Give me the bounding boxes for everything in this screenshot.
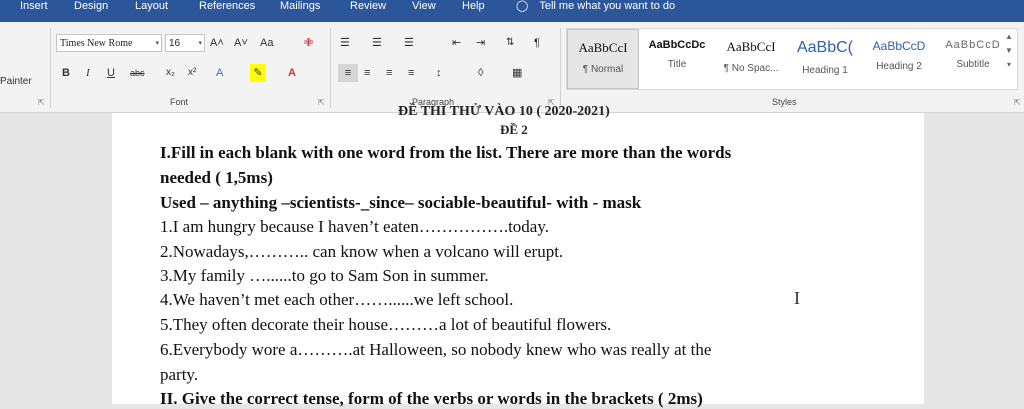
superscript-button[interactable]: x² (188, 64, 196, 82)
tell-me-box[interactable]: ◯ Tell me what you want to do (516, 0, 675, 12)
menu-view[interactable]: View (412, 0, 436, 14)
align-left-icon[interactable]: ≡ (338, 64, 358, 82)
more-styles-icon[interactable]: ▾ (1003, 58, 1015, 72)
numbering-icon[interactable]: ☰ (372, 34, 382, 52)
word-list: Used – anything –scientists-_since– soci… (160, 193, 642, 212)
sort-icon[interactable]: ⇅ (506, 34, 514, 52)
shrink-font-button[interactable]: A˅ (234, 34, 248, 52)
change-case-button[interactable]: Aa (260, 34, 273, 52)
question-4: 4.We haven’t met each other……......we le… (160, 290, 514, 309)
font-name-value: Times New Rome (60, 38, 133, 49)
section-1-heading: I.Fill in each blank with one word from … (160, 143, 732, 162)
style-title[interactable]: AaBbCcDc Title (641, 29, 713, 89)
document-area: ĐỀ THI THỬ VÀO 10 ( 2020-2021) ĐỀ 2 I.Fi… (0, 104, 1024, 408)
italic-button[interactable]: I (86, 64, 90, 82)
text-cursor-icon: I (794, 288, 800, 308)
justify-icon[interactable]: ≡ (408, 64, 414, 82)
align-center-icon[interactable]: ≡ (364, 64, 370, 82)
exam-code: ĐỀ 2 (500, 122, 528, 137)
style-heading-2[interactable]: AaBbCcD Heading 2 (863, 29, 935, 89)
menu-references[interactable]: References (199, 0, 255, 14)
increase-indent-icon[interactable]: ⇥ (476, 34, 485, 52)
font-group-label: Font (170, 97, 189, 107)
menu-help[interactable]: Help (462, 0, 485, 14)
shading-icon[interactable]: ◊ (478, 64, 483, 82)
styles-group-label: Styles (772, 97, 797, 107)
styles-scroll[interactable]: ▲ ▼ ▾ (1003, 30, 1015, 72)
clipboard-launcher-icon[interactable]: ⇱ (38, 98, 45, 107)
decrease-indent-icon[interactable]: ⇤ (452, 34, 461, 52)
document-page[interactable]: ĐỀ THI THỬ VÀO 10 ( 2020-2021) ĐỀ 2 I.Fi… (112, 104, 924, 408)
ribbon: Painter ⇱ Times New Rome ▾ 16 ▾ A˄ A˅ Aa… (0, 22, 1024, 113)
menu-layout[interactable]: Layout (135, 0, 168, 14)
font-color-icon[interactable]: A (288, 64, 296, 82)
tell-me-label: Tell me what you want to do (539, 0, 676, 12)
question-6-cont: party. (160, 365, 199, 384)
line-spacing-icon[interactable]: ↕ (436, 64, 442, 82)
show-marks-icon[interactable]: ¶ (534, 34, 540, 52)
separator (50, 28, 51, 108)
exam-title-partial: ĐỀ THI THỬ VÀO 10 ( 2020-2021) (398, 104, 610, 119)
underline-button[interactable]: U (107, 64, 115, 82)
question-2: 2.Nowadays,……….. can know when a volcano… (160, 242, 564, 261)
font-size-box[interactable]: 16 ▾ (165, 34, 205, 52)
question-3: 3.My family …......to go to Sam Son in s… (160, 266, 489, 285)
font-size-value: 16 (169, 38, 181, 49)
highlight-icon[interactable]: ✎ (250, 64, 266, 82)
style-subtitle[interactable]: AaBbCcD Subtitle (937, 29, 1009, 89)
menu-insert[interactable]: Insert (20, 0, 48, 14)
question-5: 5.They often decorate their house………a lo… (160, 315, 612, 334)
bullets-icon[interactable]: ☰ (340, 34, 350, 52)
styles-launcher-icon[interactable]: ⇱ (1014, 98, 1021, 107)
separator (330, 28, 331, 108)
subscript-button[interactable]: x₂ (166, 64, 175, 82)
borders-icon[interactable]: ▦ (512, 64, 522, 82)
font-launcher-icon[interactable]: ⇱ (318, 98, 325, 107)
styles-gallery: AaBbCcI ¶ Normal AaBbCcDc Title AaBbCcI … (566, 28, 1018, 90)
style-no-spacing[interactable]: AaBbCcI ¶ No Spac... (715, 29, 787, 89)
style-heading-1[interactable]: AaBbC( Heading 1 (789, 29, 861, 89)
question-6: 6.Everybody wore a……….at Halloween, so n… (160, 340, 712, 359)
format-painter-label[interactable]: Painter (0, 76, 32, 87)
style-normal[interactable]: AaBbCcI ¶ Normal (567, 29, 639, 89)
section-2-heading: II. Give the correct tense, form of the … (160, 389, 703, 408)
chevron-down-icon[interactable]: ▾ (155, 35, 159, 51)
menu-bar: Insert Design Layout References Mailings… (0, 0, 1024, 22)
section-1-heading-cont: needed ( 1,5ms) (160, 168, 273, 187)
align-right-icon[interactable]: ≡ (386, 64, 392, 82)
lightbulb-icon: ◯ (516, 0, 529, 12)
separator (560, 28, 561, 108)
font-name-box[interactable]: Times New Rome ▾ (56, 34, 162, 52)
multilevel-list-icon[interactable]: ☰ (404, 34, 414, 52)
chevron-down-icon[interactable]: ▾ (198, 35, 202, 51)
menu-design[interactable]: Design (74, 0, 108, 14)
chevron-down-icon[interactable]: ▼ (1003, 44, 1015, 58)
question-1: 1.I am hungry because I haven’t eaten………… (160, 217, 549, 236)
strikethrough-button[interactable]: abc (130, 64, 145, 82)
menu-review[interactable]: Review (350, 0, 386, 14)
bold-button[interactable]: B (62, 64, 70, 82)
clear-formatting-icon[interactable]: ✙ (304, 34, 313, 52)
chevron-up-icon[interactable]: ▲ (1003, 30, 1015, 44)
menu-mailings[interactable]: Mailings (280, 0, 320, 14)
text-effects-icon[interactable]: A (216, 64, 223, 82)
grow-font-button[interactable]: A˄ (210, 34, 224, 52)
